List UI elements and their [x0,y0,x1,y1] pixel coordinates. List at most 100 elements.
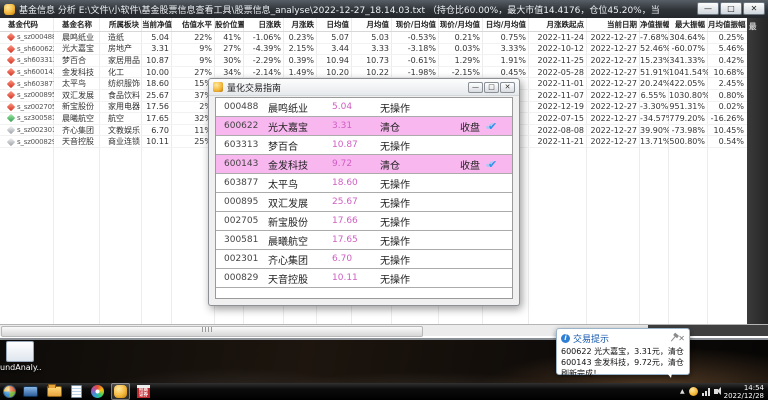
column-header[interactable]: 最大振幅 [669,19,708,30]
fund-sector: 房地产 [100,43,142,54]
stock-price: 9.72 [332,159,380,169]
table-row[interactable]: s_sh603313 梦百合 家居用品 10.87 9% 30% -2.29% … [0,55,747,67]
taskbar-item-computer[interactable] [21,384,40,399]
fund-sector: 航空 [100,113,142,124]
column-header[interactable]: 日均/月均值 [483,19,529,30]
column-header[interactable]: 所属板块 [100,19,142,30]
dialog-maximize-button[interactable]: □ [484,82,499,93]
nav-value: 6.70 [142,126,172,135]
column-header[interactable]: 当前净值 [142,19,172,30]
stock-name: 晨曦航空 [268,233,332,248]
quant-trade-guide-dialog: 量化交易指南 — □ ✕ 000488 晨鸣纸业 5.04 无操作 ✔ 6006… [208,78,520,306]
window-titlebar[interactable]: 基金信息 分析 E:\文件\小软件\基金股票信息查看工具\股票信息_analys… [0,0,768,18]
network-signal-icon[interactable] [702,388,710,396]
column-header[interactable]: 日均值 [317,19,352,30]
trade-advice-row[interactable]: 002705 新宝股份 17.66 无操作 ✔ [216,212,512,231]
start-button[interactable] [3,385,16,398]
column-header[interactable]: 月涨跌起点 [529,19,587,30]
column-header[interactable]: 股价位置 [215,19,244,30]
column-header[interactable]: 净值振幅 [640,19,669,30]
month-avg-amplitude: 2.45% [708,79,747,88]
column-header[interactable]: 现价/月均值 [439,19,483,30]
tray-clock[interactable]: 14:54 2022/12/28 [724,384,764,400]
dialog-close-button[interactable]: ✕ [500,82,515,93]
month-avg-amplitude: 0.02% [708,102,747,111]
advice-action: 无操作 [380,233,460,248]
current-date: 2022-12-27 [587,68,640,77]
trade-advice-row[interactable]: 300581 晨曦航空 17.65 无操作 ✔ [216,231,512,250]
tray-expand-icon[interactable]: ▲ [680,388,685,395]
pin-icon[interactable] [671,335,676,341]
column-header[interactable]: 估值水平 [172,19,215,30]
volume-icon[interactable] [714,389,718,394]
trade-advice-row[interactable]: 600143 金发科技 9.72 清仓 收盘 ✔ [216,155,512,174]
taskbar-item-explorer[interactable] [45,384,64,399]
month-avg-amplitude: 10.45% [708,126,747,135]
balloon-line: 600622 光大嘉宝，3.31元，清仓 [561,346,685,357]
maximize-button[interactable]: □ [720,2,742,15]
stock-price: 5.04 [332,102,380,112]
price-over-day-avg: -3.18% [392,44,439,53]
table-row[interactable]: s_sz000488 晨鸣纸业 造纸 5.04 22% 41% -1.06% 0… [0,32,747,44]
taskbar-item-fund-app[interactable] [111,383,130,400]
nav-amplitude: -7.68% [640,33,669,42]
nav-amplitude: -3.30% [640,102,669,111]
screen: 基金信息 分析 E:\文件\小软件\基金股票信息查看工具\股票信息_analys… [0,0,768,400]
balloon-close-icon[interactable]: ✕ [678,335,685,343]
close-button[interactable]: ✕ [743,2,765,15]
column-header[interactable]: 日涨跌 [244,19,284,30]
column-header[interactable]: 月均值振幅 [708,19,747,30]
column-header[interactable]: 月涨跌 [284,19,317,30]
trade-advice-row[interactable]: 000829 天音控股 10.11 无操作 ✔ [216,269,512,288]
balloon-tools: ✕ [673,335,685,343]
month-change-start-date: 2022-11-24 [529,33,587,42]
column-header[interactable]: 当前日期 [587,19,640,30]
dialog-minimize-button[interactable]: — [468,82,483,93]
stock-code: 603877 [224,178,268,188]
stock-price: 3.31 [332,121,380,131]
fund-sector: 纺织服饰 [100,78,142,89]
trade-advice-row[interactable]: 000895 双汇发展 25.67 无操作 ✔ [216,193,512,212]
fund-code: s_sz002301 [17,126,54,134]
fund-code-cell: s_sz002705 [0,103,54,111]
stock-price: 10.11 [332,273,380,283]
trade-advice-row[interactable]: 000488 晨鸣纸业 5.04 无操作 ✔ [216,98,512,117]
taskbar-item-media[interactable] [89,384,106,399]
column-header[interactable]: 基金名称 [54,19,100,30]
max-amplitude: 304.64% [669,33,708,42]
confirm-check-icon[interactable]: ✔ [488,158,512,171]
day-average: 3.44 [317,44,352,53]
desktop-shortcut-icon[interactable] [6,341,34,362]
column-header[interactable]: 基金代码 [0,19,54,30]
confirm-check-icon[interactable]: ✔ [488,120,512,133]
month-change-start-date: 2022-05-28 [529,68,587,77]
taskbar-item-notepad[interactable] [69,384,84,399]
advice-action: 无操作 [380,252,460,267]
tray-app-icon[interactable] [689,387,698,396]
rating-gem-icon [7,45,15,53]
advice-action: 无操作 [380,271,460,286]
trade-advice-row[interactable]: 002301 齐心集团 6.70 无操作 ✔ [216,250,512,269]
trade-advice-row[interactable]: 603877 太平鸟 18.60 无操作 ✔ [216,174,512,193]
dialog-title: 量化交易指南 [227,81,467,94]
current-date: 2022-12-27 [587,33,640,42]
table-row[interactable]: s_sh600143 金发科技 化工 10.00 27% 34% -2.14% … [0,67,747,79]
notepad-icon [71,385,82,398]
stock-price: 17.66 [332,216,380,226]
fund-name: 金发科技 [54,67,100,78]
nav-value: 17.65 [142,114,172,123]
trade-advice-row[interactable]: 600622 光大嘉宝 3.31 清仓 收盘 ✔ [216,117,512,136]
scrollbar-track[interactable] [0,325,648,336]
nav-amplitude: 13.71% [640,137,669,146]
trade-advice-row[interactable]: 603313 梦百合 10.87 无操作 ✔ [216,136,512,155]
fund-name: 晨鸣纸业 [54,32,100,43]
column-header[interactable]: 月均值 [352,19,392,30]
nav-value: 3.31 [142,44,172,53]
taskbar-item-broker[interactable]: 招商证券 [135,384,152,399]
dialog-titlebar[interactable]: 量化交易指南 — □ ✕ [209,79,519,96]
minimize-button[interactable]: — [697,2,719,15]
fund-sector: 家居用品 [100,55,142,66]
table-row[interactable]: s_sh600622 光大嘉宝 房地产 3.31 9% 27% -4.39% 2… [0,44,747,56]
column-header[interactable]: 现价/日均值 [392,19,439,30]
stock-name: 太平鸟 [268,176,332,191]
